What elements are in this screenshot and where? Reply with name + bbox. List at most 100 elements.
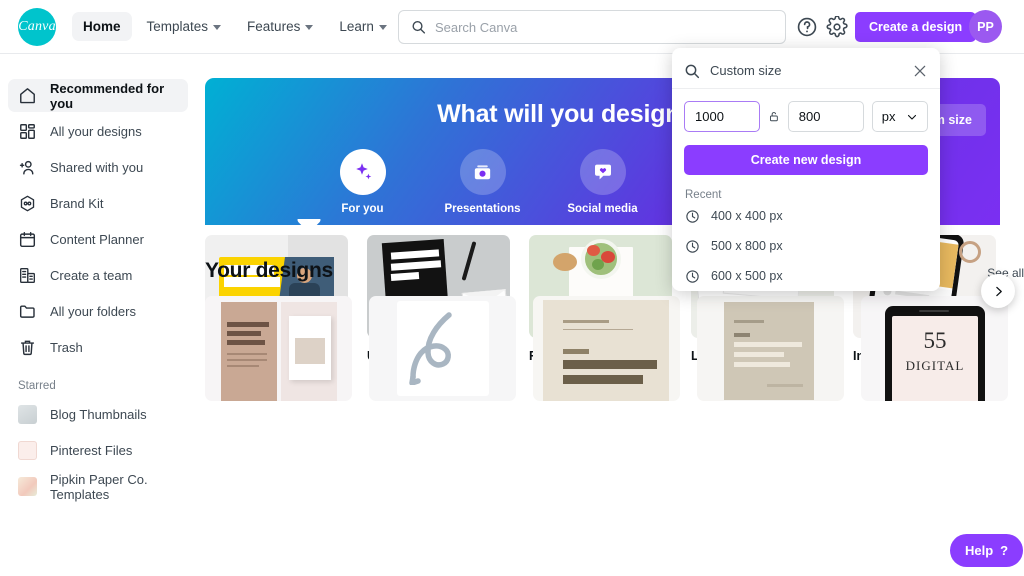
- help-circle-icon[interactable]: [796, 16, 818, 38]
- design-card-55-digital[interactable]: 55 DIGITAL: [861, 296, 1008, 401]
- heart-bubble-icon: [579, 149, 626, 195]
- nav-item-templates[interactable]: Templates: [136, 12, 233, 41]
- unlocked-icon[interactable]: [768, 109, 780, 124]
- recent-size-item[interactable]: 600 x 500 px: [672, 261, 940, 291]
- chevron-down-icon: [907, 114, 917, 120]
- create-new-design-button[interactable]: Create new design: [684, 145, 928, 175]
- clock-icon: [686, 209, 699, 223]
- trash-icon: [20, 340, 35, 356]
- design-card-hand-cancel-doc[interactable]: [533, 296, 680, 401]
- chevron-down-icon: [378, 25, 387, 30]
- canva-logo[interactable]: Canva: [18, 7, 56, 46]
- calendar-icon: [19, 231, 36, 248]
- nav-label-templates: Templates: [146, 19, 209, 34]
- sidebar-label: Pipkin Paper Co. Templates: [50, 471, 148, 502]
- clock-icon: [686, 269, 699, 283]
- nav-item-features[interactable]: Features: [236, 12, 324, 41]
- your-designs-title: Your designs: [205, 259, 333, 282]
- popup-header: Custom size: [672, 53, 940, 89]
- help-label: Help: [965, 543, 994, 558]
- nav-label-home: Home: [83, 19, 121, 34]
- height-input[interactable]: [787, 101, 864, 132]
- nav-label-learn: Learn: [339, 19, 374, 34]
- swirl-arrow-icon: [409, 312, 452, 385]
- pinterest-files-thumb: [18, 441, 37, 460]
- design-card-swirl-arrow[interactable]: [369, 296, 516, 401]
- recent-size-label: 400 x 400 px: [711, 209, 783, 223]
- recent-size-item[interactable]: 400 x 400 px: [672, 201, 940, 231]
- sidebar-item-shared-with-you[interactable]: Shared with you: [8, 151, 188, 184]
- your-designs-row: 55 DIGITAL: [205, 296, 1024, 401]
- clock-icon: [686, 239, 699, 253]
- search-bar[interactable]: [398, 10, 786, 44]
- sidebar-item-create-a-team[interactable]: Create a team: [8, 259, 188, 292]
- carousel-next-button[interactable]: [981, 274, 1015, 308]
- sidebar-item-pipkin-paper-templates[interactable]: Pipkin Paper Co. Templates: [8, 470, 188, 503]
- brand-hexagon-icon: [20, 195, 35, 212]
- folder-icon: [19, 305, 35, 318]
- sidebar-label: Trash: [50, 340, 83, 355]
- sidebar-item-all-your-designs[interactable]: All your designs: [8, 115, 188, 148]
- sidebar-label: Shared with you: [50, 160, 144, 175]
- sidebar-label: Brand Kit: [50, 196, 104, 211]
- design-card-invitation-guide[interactable]: [205, 296, 352, 401]
- popup-title: Custom size: [710, 63, 782, 78]
- create-a-design-button[interactable]: Create a design: [855, 12, 977, 42]
- sidebar-label: All your designs: [50, 124, 142, 139]
- sidebar-item-recommended-for-you[interactable]: Recommended for you: [8, 79, 188, 112]
- search-input[interactable]: [434, 19, 773, 35]
- sidebar: Recommended for you All your designs Sha…: [0, 55, 196, 576]
- sidebar-item-all-your-folders[interactable]: All your folders: [8, 295, 188, 328]
- sparkle-icon: [339, 149, 386, 195]
- category-label: Social media: [567, 203, 638, 215]
- nav-label-features: Features: [247, 19, 301, 34]
- nav-item-home[interactable]: Home: [72, 12, 132, 41]
- category-label: For you: [341, 203, 384, 215]
- logo-text: Canva: [18, 18, 56, 34]
- presentation-icon: [459, 149, 506, 195]
- question-mark-icon: ?: [1000, 543, 1009, 558]
- chevron-right-icon: [995, 286, 1002, 296]
- sidebar-label: Pinterest Files: [50, 443, 133, 458]
- sidebar-item-blog-thumbnails[interactable]: Blog Thumbnails: [8, 398, 188, 431]
- width-input[interactable]: [684, 101, 760, 132]
- add-person-icon: [19, 160, 34, 175]
- recent-size-label: 600 x 500 px: [711, 269, 783, 283]
- grid-icon: [20, 124, 35, 139]
- chevron-down-icon: [213, 25, 222, 30]
- custom-size-popup: Custom size px Create new design Recent: [672, 48, 940, 291]
- building-icon: [20, 268, 35, 283]
- gear-icon[interactable]: [826, 16, 848, 38]
- main-nav: Home Templates Features Learn: [72, 12, 398, 41]
- sidebar-label: Create a team: [50, 268, 133, 283]
- search-icon: [412, 21, 426, 34]
- design-card-hand-cancel-mail[interactable]: [697, 296, 844, 401]
- sidebar-item-trash[interactable]: Trash: [8, 331, 188, 364]
- category-for-you[interactable]: For you: [321, 149, 405, 215]
- recent-size-label: 500 x 800 px: [711, 239, 783, 253]
- nav-item-learn[interactable]: Learn: [328, 12, 398, 41]
- sidebar-label: Content Planner: [50, 232, 144, 247]
- sidebar-label: Blog Thumbnails: [50, 407, 147, 422]
- help-button[interactable]: Help ?: [950, 534, 1024, 567]
- search-icon: [685, 64, 700, 78]
- category-label: Presentations: [444, 203, 521, 215]
- avatar-initials: PP: [977, 19, 994, 34]
- avatar[interactable]: PP: [969, 10, 1002, 43]
- close-icon[interactable]: [912, 63, 928, 79]
- recent-size-item[interactable]: 500 x 800 px: [672, 231, 940, 261]
- chevron-down-icon: [305, 25, 314, 30]
- blog-thumbnails-thumb: [18, 405, 37, 424]
- home-icon: [20, 88, 35, 104]
- sidebar-item-pinterest-files[interactable]: Pinterest Files: [8, 434, 188, 467]
- recent-label: Recent: [685, 189, 722, 201]
- starred-section-label: Starred: [18, 380, 56, 392]
- category-social-media[interactable]: Social media: [561, 149, 645, 215]
- top-header: Canva Home Templates Features Learn Sear…: [0, 0, 1024, 54]
- size-input-row: px: [672, 89, 940, 132]
- unit-select[interactable]: px: [871, 101, 928, 132]
- pipkin-templates-thumb: [18, 477, 37, 496]
- category-presentations[interactable]: Presentations: [441, 149, 525, 215]
- sidebar-item-brand-kit[interactable]: Brand Kit: [8, 187, 188, 220]
- sidebar-item-content-planner[interactable]: Content Planner: [8, 223, 188, 256]
